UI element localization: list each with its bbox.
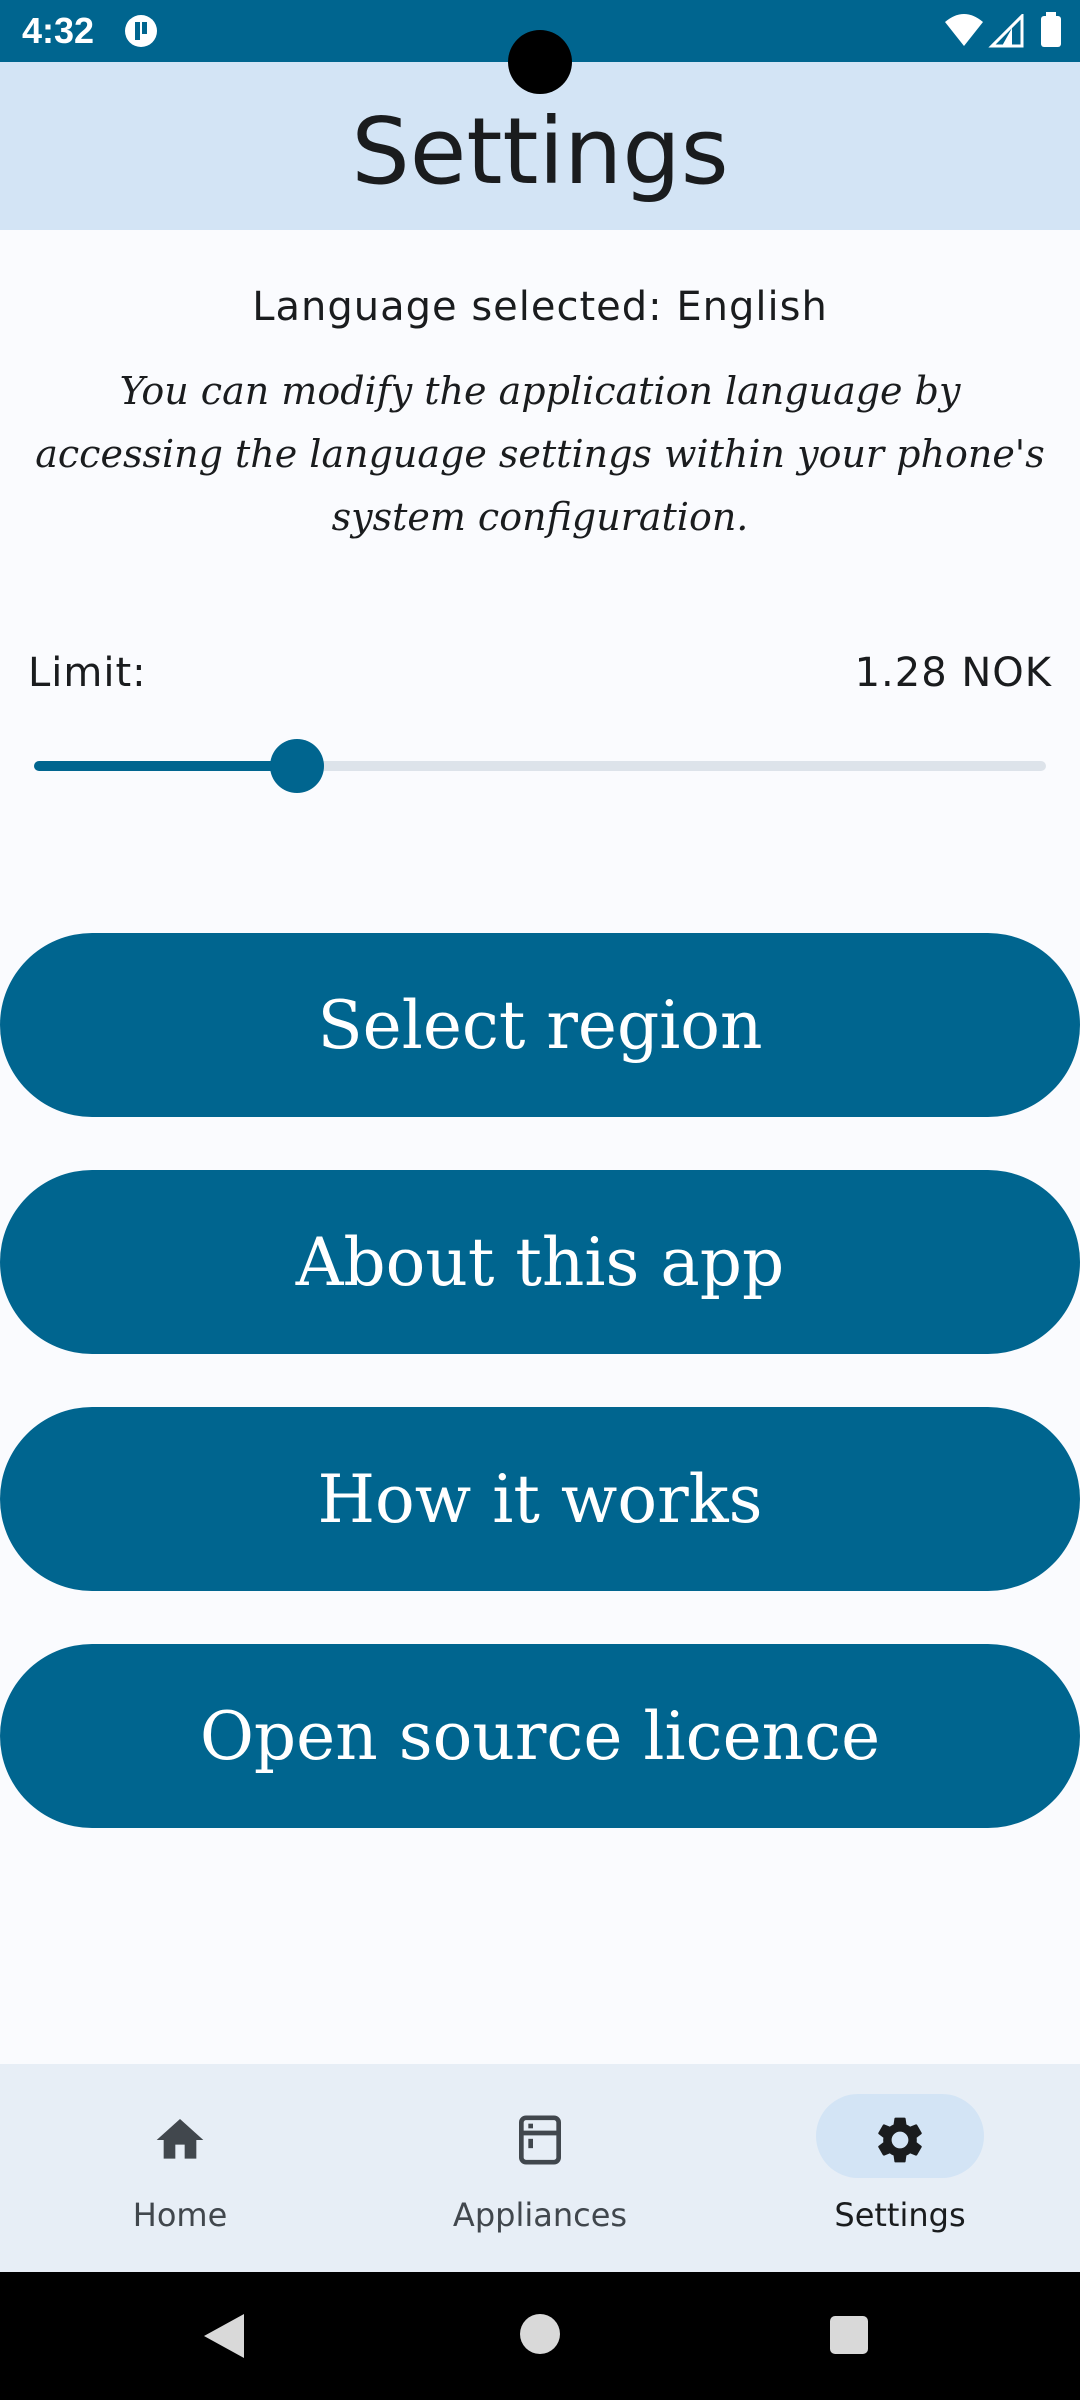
- nav-item-home[interactable]: Home: [0, 2064, 360, 2272]
- back-icon[interactable]: [200, 2312, 246, 2360]
- nav-label-appliances: Appliances: [452, 2196, 628, 2234]
- limit-slider[interactable]: [34, 739, 1046, 793]
- home-icon: [156, 2119, 204, 2159]
- nav-label-home: Home: [132, 2196, 228, 2234]
- nav-item-appliances[interactable]: Appliances: [360, 2064, 720, 2272]
- page-title: Settings: [351, 98, 729, 205]
- nav-label-settings: Settings: [834, 2196, 966, 2234]
- about-app-button[interactable]: About this app: [0, 1170, 1080, 1354]
- about-app-label: About this app: [295, 1223, 785, 1301]
- slider-active-track: [34, 761, 297, 771]
- how-it-works-label: How it works: [317, 1460, 763, 1538]
- slider-thumb[interactable]: [270, 739, 324, 793]
- system-navigation-bar: [0, 2272, 1080, 2400]
- appliance-icon: [519, 2115, 561, 2165]
- nav-item-settings[interactable]: Settings: [720, 2064, 1080, 2272]
- recents-icon[interactable]: [830, 2316, 868, 2354]
- open-source-licence-label: Open source licence: [199, 1697, 881, 1775]
- limit-value: 1.28 NOK: [854, 650, 1052, 696]
- open-source-licence-button[interactable]: Open source licence: [0, 1644, 1080, 1828]
- language-hint-text: You can modify the application language …: [35, 369, 1045, 539]
- battery-icon: [1041, 12, 1061, 47]
- limit-label: Limit:: [28, 650, 147, 696]
- select-region-label: Select region: [317, 986, 763, 1064]
- gear-icon: [878, 2117, 922, 2163]
- signal-icon: [988, 14, 1024, 48]
- app-notification-icon: [125, 15, 157, 47]
- status-time: 4:32: [22, 10, 95, 51]
- camera-cutout: [508, 30, 572, 94]
- select-region-button[interactable]: Select region: [0, 933, 1080, 1117]
- language-selected-text: Language selected: English: [252, 284, 828, 330]
- home-button-icon[interactable]: [520, 2314, 560, 2354]
- how-it-works-button[interactable]: How it works: [0, 1407, 1080, 1591]
- wifi-icon: [945, 14, 983, 46]
- bottom-navigation: Home Appliances Settings: [0, 2064, 1080, 2272]
